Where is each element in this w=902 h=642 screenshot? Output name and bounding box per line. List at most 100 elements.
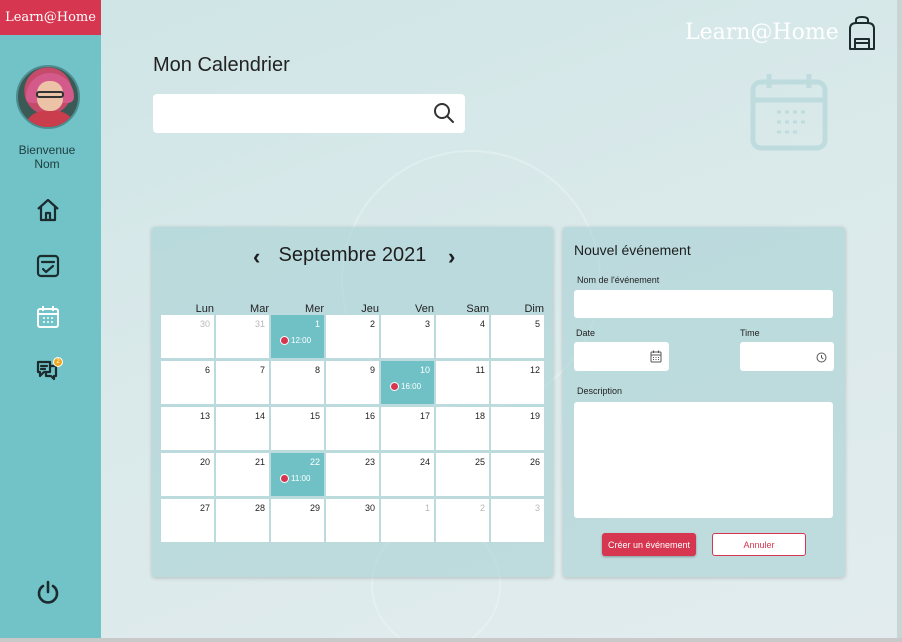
backpack-icon (844, 15, 880, 58)
day-cell[interactable]: 3 (491, 499, 544, 542)
day-cell[interactable]: 16 (326, 407, 379, 450)
day-cell[interactable]: 24 (381, 453, 434, 496)
day-cell[interactable]: 28 (216, 499, 269, 542)
event-time: 12:00 (291, 336, 312, 345)
power-icon[interactable] (33, 577, 63, 607)
day-cell[interactable]: 23 (326, 453, 379, 496)
day-cell[interactable]: 7 (216, 361, 269, 404)
create-event-button[interactable]: Créer un événement (602, 533, 696, 556)
day-number: 3 (424, 319, 430, 329)
date-label: Date (576, 328, 596, 338)
day-cell[interactable]: 3 (381, 315, 434, 358)
day-number: 3 (534, 503, 540, 513)
day-number: 14 (254, 411, 265, 421)
window-edge (897, 0, 902, 642)
day-cell[interactable]: 17 (381, 407, 434, 450)
day-number: 28 (254, 503, 265, 513)
weekday-label: Ven (415, 303, 434, 315)
cancel-button[interactable]: Annuler (712, 533, 806, 556)
event-time: 11:00 (291, 474, 311, 483)
search-input[interactable] (163, 102, 423, 124)
day-number: 29 (309, 503, 320, 513)
day-number: 16 (364, 411, 375, 421)
tasks-icon[interactable] (33, 251, 63, 281)
event-marker[interactable]: 16:00 (390, 382, 421, 391)
day-number: 15 (309, 411, 320, 421)
avatar[interactable] (16, 65, 80, 129)
event-name-input[interactable] (574, 290, 833, 318)
day-number: 30 (199, 319, 210, 329)
day-cell-with-event[interactable]: 1 12:00 (271, 315, 324, 358)
form-title: Nouvel événement (574, 242, 691, 258)
day-cell[interactable]: 19 (491, 407, 544, 450)
weekday-label: Jeu (361, 303, 379, 315)
day-cell[interactable]: 9 (326, 361, 379, 404)
day-cell[interactable]: 21 (216, 453, 269, 496)
day-cell[interactable]: 5 (491, 315, 544, 358)
chat-icon[interactable]: 2 (33, 355, 63, 385)
day-cell[interactable]: 1 (381, 499, 434, 542)
brand-tag: Learn@Home (0, 0, 101, 35)
search-icon[interactable] (433, 102, 455, 129)
day-number: 22 (309, 457, 320, 467)
day-cell[interactable]: 27 (161, 499, 214, 542)
day-number: 23 (364, 457, 375, 467)
day-cell[interactable]: 30 (161, 315, 214, 358)
day-cell[interactable]: 26 (491, 453, 544, 496)
new-event-panel: Nouvel événement Nom de l'événement Date… (563, 227, 845, 577)
day-cell[interactable]: 11 (436, 361, 489, 404)
day-cell[interactable]: 12 (491, 361, 544, 404)
day-cell[interactable]: 6 (161, 361, 214, 404)
day-cell-with-event[interactable]: 10 16:00 (381, 361, 434, 404)
day-number: 5 (534, 319, 540, 329)
day-number: 2 (369, 319, 375, 329)
event-dot-icon (280, 474, 289, 483)
day-number: 17 (419, 411, 430, 421)
day-number: 9 (369, 365, 375, 375)
day-cell[interactable]: 15 (271, 407, 324, 450)
main-area: Learn@Home Mon Calendrier ‹ Septembre 20… (101, 0, 897, 638)
day-cell[interactable]: 29 (271, 499, 324, 542)
day-number: 21 (254, 457, 265, 467)
next-month-button[interactable]: › (448, 244, 455, 270)
day-number: 10 (419, 365, 430, 375)
day-cell[interactable]: 13 (161, 407, 214, 450)
clock-icon[interactable] (816, 350, 827, 368)
day-cell[interactable]: 31 (216, 315, 269, 358)
day-cell-with-event[interactable]: 22 11:00 (271, 453, 324, 496)
day-cell[interactable]: 30 (326, 499, 379, 542)
day-cell[interactable]: 25 (436, 453, 489, 496)
user-name: Nom (34, 157, 60, 171)
day-cell[interactable]: 14 (216, 407, 269, 450)
event-name-label: Nom de l'événement (577, 275, 660, 285)
weekday-label: Dim (524, 303, 544, 315)
date-picker-icon[interactable] (650, 350, 662, 368)
weekday-label: Lun (195, 303, 214, 315)
home-icon[interactable] (33, 195, 63, 225)
day-number: 26 (529, 457, 540, 467)
calendar-decoration-icon (749, 72, 829, 157)
weekday-label: Mer (305, 303, 324, 315)
weekday-label: Sam (466, 303, 489, 315)
day-cell[interactable]: 2 (436, 499, 489, 542)
day-number: 2 (479, 503, 485, 513)
day-number: 7 (259, 365, 265, 375)
search-box (153, 94, 465, 133)
day-cell[interactable]: 18 (436, 407, 489, 450)
day-number: 24 (419, 457, 430, 467)
day-cell[interactable]: 2 (326, 315, 379, 358)
page-title: Mon Calendrier (153, 54, 290, 76)
day-number: 4 (479, 319, 485, 329)
weekday-header: Lun Mar Mer Jeu Ven Sam Dim (161, 303, 546, 315)
day-cell[interactable]: 20 (161, 453, 214, 496)
day-number: 8 (314, 365, 320, 375)
day-number: 11 (475, 365, 485, 375)
time-label: Time (740, 328, 760, 338)
day-cell[interactable]: 4 (436, 315, 489, 358)
event-marker[interactable]: 12:00 (280, 336, 311, 345)
calendar-icon[interactable] (33, 302, 63, 332)
day-number: 1 (424, 503, 430, 513)
description-textarea[interactable] (574, 402, 833, 518)
day-cell[interactable]: 8 (271, 361, 324, 404)
event-marker[interactable]: 11:00 (280, 474, 310, 483)
